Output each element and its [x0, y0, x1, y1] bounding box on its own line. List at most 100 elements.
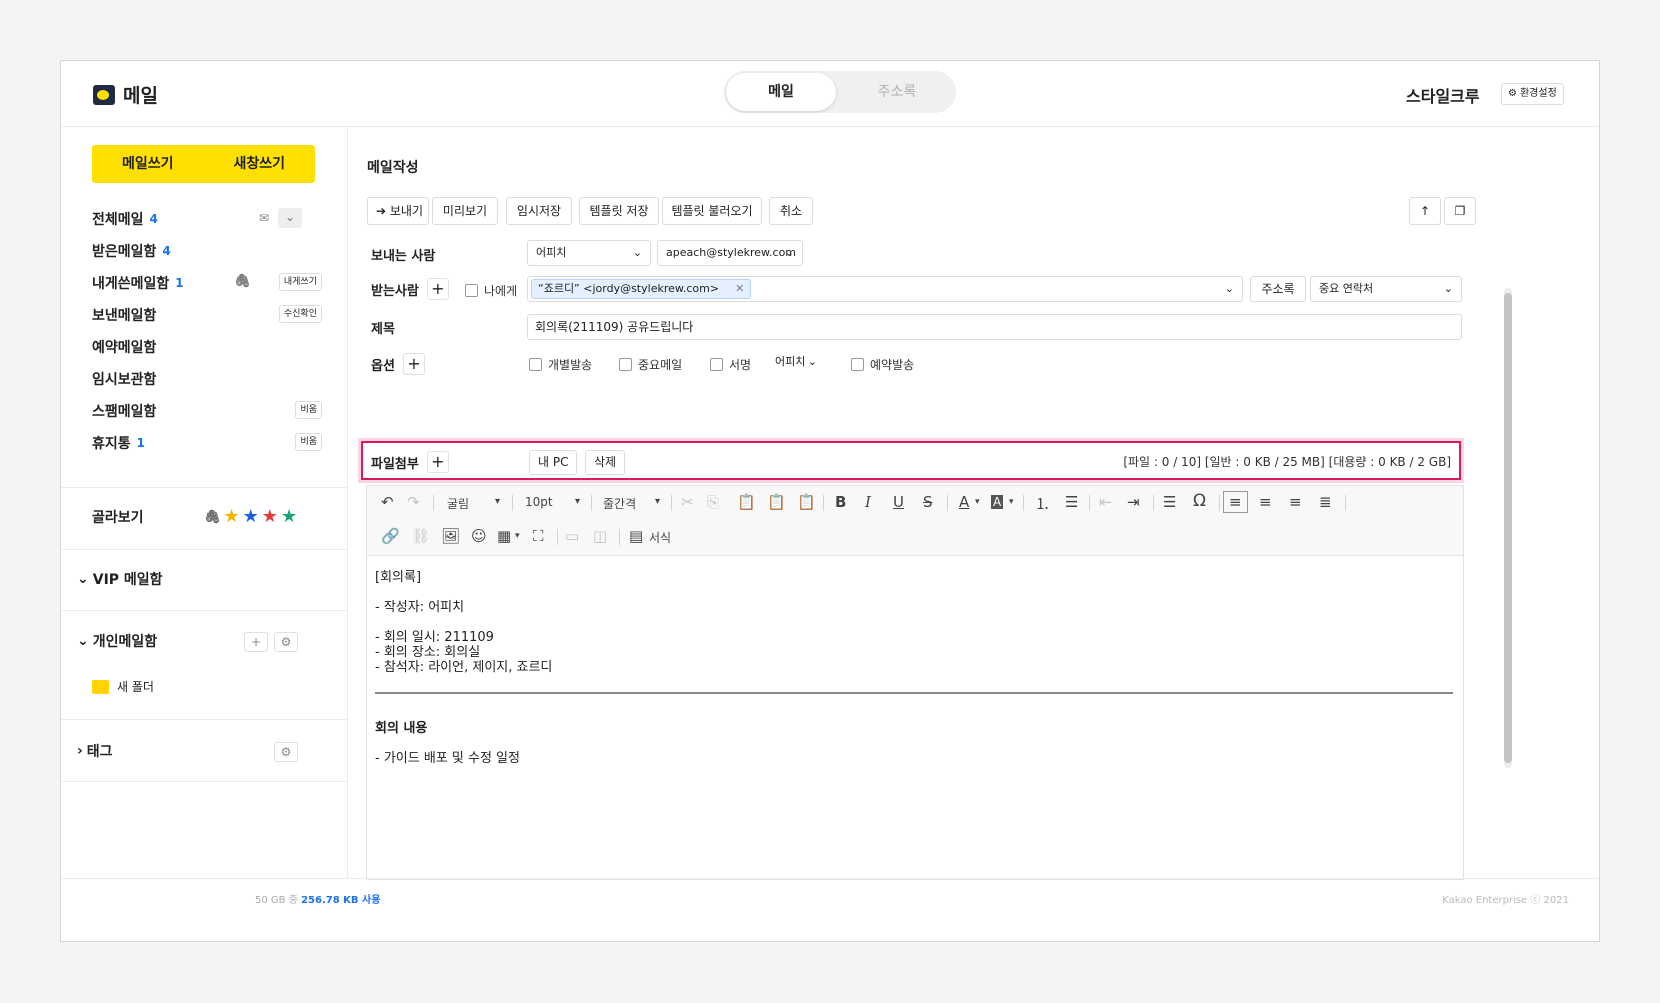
tab-addressbook[interactable]: 주소록	[842, 73, 952, 111]
font-size-select[interactable]: 10pt	[525, 495, 553, 509]
individual-send-checkbox[interactable]: 개별발송	[529, 356, 592, 373]
bold-icon[interactable]: B	[835, 493, 846, 511]
folder-new[interactable]: 새 폴더	[92, 678, 154, 695]
sender-email-select[interactable]: apeach@stylekrew.com ⌄	[657, 240, 803, 266]
fullscreen-icon[interactable]: ⛶	[533, 527, 544, 545]
mailbox-inbox[interactable]: 받은메일함 4	[92, 238, 322, 264]
recipient-chip[interactable]: “죠르디” <jordy@stylekrew.com> ✕	[531, 279, 752, 299]
text-color-icon[interactable]: A	[959, 493, 969, 511]
chevron-down-icon[interactable]: ⌄	[1225, 277, 1234, 301]
emoji-icon[interactable]: ☺	[471, 527, 487, 545]
star-yellow-icon[interactable]: ★	[224, 508, 240, 526]
my-pc-button[interactable]: 내 PC	[529, 450, 577, 475]
scrollbar[interactable]	[1504, 288, 1512, 768]
bullet-list-icon[interactable]: ☰	[1065, 493, 1078, 511]
mailbox-spam[interactable]: 스팸메일함 비움	[92, 398, 322, 424]
redo-icon[interactable]: ↷	[407, 493, 420, 511]
mailbox-trash[interactable]: 휴지통 1 비움	[92, 430, 322, 456]
chevron-down-icon[interactable]: ▾	[515, 531, 520, 541]
expand-attachment-button[interactable]: +	[426, 451, 449, 473]
align-left-icon[interactable]: ≡	[1223, 491, 1248, 513]
tab-mail[interactable]: 메일	[726, 73, 836, 111]
star-blue-icon[interactable]: ★	[243, 508, 259, 526]
load-template-button[interactable]: 템플릿 불러오기	[662, 197, 762, 225]
envelope-icon[interactable]: ✉	[254, 209, 274, 229]
background-color-icon[interactable]: A	[991, 495, 1004, 509]
editor-body[interactable]: [회의록] - 작성자: 어피치 - 회의 일시: 211109 - 회의 장소…	[375, 570, 1457, 766]
format-icon[interactable]: ▤	[629, 527, 643, 545]
to-self-checkbox[interactable]: 나에게	[465, 282, 517, 299]
subject-input[interactable]: 회의록(211109) 공유드립니다	[527, 314, 1462, 340]
delete-attachment-button[interactable]: 삭제	[585, 450, 625, 475]
cut-icon[interactable]: ✂	[681, 493, 694, 511]
save-draft-button[interactable]: 임시저장	[506, 197, 572, 225]
empty-spam-button[interactable]: 비움	[295, 401, 322, 419]
chevron-down-icon[interactable]: ▾	[575, 496, 580, 507]
format-label[interactable]: 서식	[649, 529, 671, 546]
close-icon[interactable]: ✕	[735, 280, 744, 298]
app-logo[interactable]: 메일	[93, 81, 158, 108]
paperclip-filter-icon[interactable]: 🖇	[204, 510, 221, 525]
align-right-icon[interactable]: ≡	[1289, 493, 1302, 511]
star-green-icon[interactable]: ★	[281, 508, 297, 526]
scroll-top-button[interactable]: ↑	[1409, 197, 1441, 225]
tag-settings-gear-icon[interactable]: ⚙	[274, 742, 298, 762]
read-receipt-button[interactable]: 수신확인	[278, 305, 322, 323]
underline-icon[interactable]: U	[893, 493, 904, 511]
outdent-icon[interactable]: ⇤	[1099, 493, 1112, 511]
template-icon[interactable]: ▭	[565, 527, 579, 545]
addressbook-button[interactable]: 주소록	[1250, 276, 1306, 302]
personal-mailbox-toggle[interactable]: ⌄ 개인메일함	[77, 631, 157, 651]
expand-options-button[interactable]: +	[402, 353, 425, 375]
mailbox-drafts[interactable]: 임시보관함	[92, 366, 322, 392]
popout-button[interactable]: ❐	[1444, 197, 1476, 225]
align-center-icon[interactable]: ≡	[1259, 493, 1272, 511]
italic-icon[interactable]: I	[865, 493, 871, 511]
chevron-down-icon[interactable]: ⌄	[278, 208, 302, 228]
signature-checkbox[interactable]: 서명	[710, 356, 751, 373]
write-to-me-button[interactable]: 내게쓰기	[278, 273, 322, 291]
mailbox-to-me[interactable]: 내게쓴메일함 1 🖇 내게쓰기	[92, 270, 322, 296]
write-new-window-button[interactable]: 새창쓰기	[204, 145, 316, 183]
write-mail-button[interactable]: 메일쓰기	[92, 145, 204, 183]
recipient-input[interactable]: “죠르디” <jordy@stylekrew.com> ✕ ⌄	[527, 276, 1243, 302]
scheduled-send-checkbox[interactable]: 예약발송	[851, 356, 914, 373]
paste-text-icon[interactable]: 📋	[767, 493, 786, 511]
paste-icon[interactable]: 📋	[737, 493, 756, 511]
special-char-icon[interactable]: Ω	[1193, 491, 1206, 511]
chevron-down-icon[interactable]: ▾	[655, 496, 660, 507]
add-recipient-button[interactable]: +	[426, 278, 449, 300]
send-button[interactable]: ➔ 보내기	[367, 197, 429, 225]
strikethrough-icon[interactable]: S	[923, 493, 933, 511]
mailbox-sent[interactable]: 보낸메일함 수신확인	[92, 302, 322, 328]
line-height-select[interactable]: 줄간격	[603, 495, 636, 512]
chevron-down-icon[interactable]: ▾	[1009, 497, 1014, 507]
ordered-list-icon[interactable]: ⒈	[1035, 493, 1050, 514]
undo-icon[interactable]: ↶	[381, 493, 394, 511]
link-icon[interactable]: 🔗	[381, 527, 400, 545]
add-folder-button[interactable]: +	[244, 632, 268, 652]
source-icon[interactable]: ◫	[593, 527, 607, 545]
star-red-icon[interactable]: ★	[262, 508, 278, 526]
mailbox-all[interactable]: 전체메일 4 ✉ ⌄	[92, 206, 322, 232]
align-justify-icon[interactable]: ≣	[1319, 493, 1332, 511]
sender-name-select[interactable]: 어피치 ⌄	[527, 240, 651, 266]
unlink-icon[interactable]: ⛓	[411, 527, 430, 545]
signature-select[interactable]: 어피치 ⌄	[767, 350, 825, 376]
horizontal-rule-icon[interactable]: ☰	[1163, 493, 1176, 511]
contacts-select[interactable]: 중요 연락처 ⌄	[1310, 276, 1462, 302]
mailbox-scheduled[interactable]: 예약메일함	[92, 334, 322, 360]
save-template-button[interactable]: 템플릿 저장	[579, 197, 659, 225]
indent-icon[interactable]: ⇥	[1127, 493, 1140, 511]
table-icon[interactable]: ▦	[497, 527, 511, 545]
chevron-down-icon[interactable]: ▾	[975, 497, 980, 507]
font-select[interactable]: 굴림	[447, 495, 469, 512]
folder-settings-gear-icon[interactable]: ⚙	[274, 632, 298, 652]
vip-mailbox-toggle[interactable]: ⌄ VIP 메일함	[77, 569, 163, 589]
cancel-button[interactable]: 취소	[769, 197, 813, 225]
preview-button[interactable]: 미리보기	[432, 197, 498, 225]
tags-toggle[interactable]: › 태그	[77, 741, 113, 761]
empty-trash-button[interactable]: 비움	[295, 433, 322, 451]
copy-icon[interactable]: ⎘	[707, 493, 719, 511]
image-icon[interactable]: 🖼	[441, 527, 460, 545]
